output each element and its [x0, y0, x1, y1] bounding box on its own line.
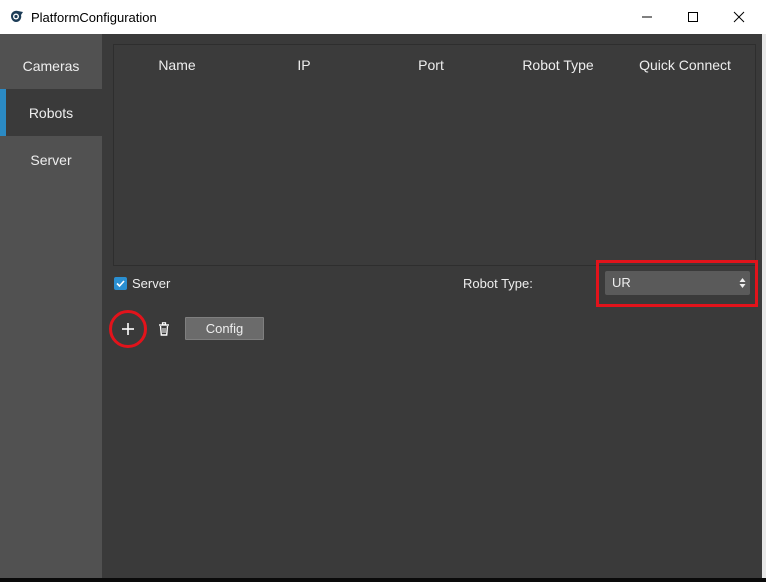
server-checkbox[interactable]: [114, 277, 127, 290]
sidebar-item-cameras[interactable]: Cameras: [0, 42, 102, 89]
column-header-name[interactable]: Name: [158, 57, 195, 73]
column-header-ip[interactable]: IP: [297, 57, 310, 73]
plus-icon: [122, 323, 134, 335]
sidebar-item-robots[interactable]: Robots: [0, 89, 102, 136]
robots-panel: Name IP Port Robot Type Quick Connect Se…: [102, 34, 766, 578]
sidebar-item-server[interactable]: Server: [0, 136, 102, 183]
add-robot-button[interactable]: [118, 319, 138, 339]
window-bottom-border: [0, 578, 766, 582]
app-icon: [9, 9, 25, 25]
config-button[interactable]: Config: [185, 317, 264, 340]
server-checkbox-label[interactable]: Server: [132, 276, 170, 291]
trash-icon: [159, 322, 169, 336]
minimize-icon: [642, 16, 652, 18]
maximize-icon: [688, 12, 698, 22]
column-header-quick-connect[interactable]: Quick Connect: [639, 57, 731, 73]
column-header-robot-type[interactable]: Robot Type: [522, 57, 593, 73]
window-title: PlatformConfiguration: [31, 10, 157, 25]
sidebar: Cameras Robots Server: [0, 34, 102, 578]
title-bar: PlatformConfiguration: [0, 0, 766, 34]
delete-robot-button[interactable]: [155, 319, 173, 339]
close-button[interactable]: [716, 0, 762, 34]
column-header-port[interactable]: Port: [418, 57, 444, 73]
background-strip: [762, 34, 766, 582]
sidebar-item-label: Robots: [28, 104, 74, 121]
robot-type-label: Robot Type:: [463, 276, 533, 291]
checkmark-icon: [116, 280, 125, 288]
minimize-button[interactable]: [624, 0, 670, 34]
robot-type-select[interactable]: UR: [605, 271, 750, 295]
maximize-button[interactable]: [670, 0, 716, 34]
sidebar-item-label: Server: [30, 151, 72, 168]
robot-type-value: UR: [612, 275, 631, 290]
platform-configuration-window: PlatformConfiguration Cameras Robots Ser…: [0, 0, 766, 582]
robots-table[interactable]: Name IP Port Robot Type Quick Connect: [113, 44, 756, 266]
sidebar-item-label: Cameras: [22, 57, 80, 74]
close-icon: [733, 11, 745, 23]
updown-arrows-icon: [739, 278, 746, 288]
